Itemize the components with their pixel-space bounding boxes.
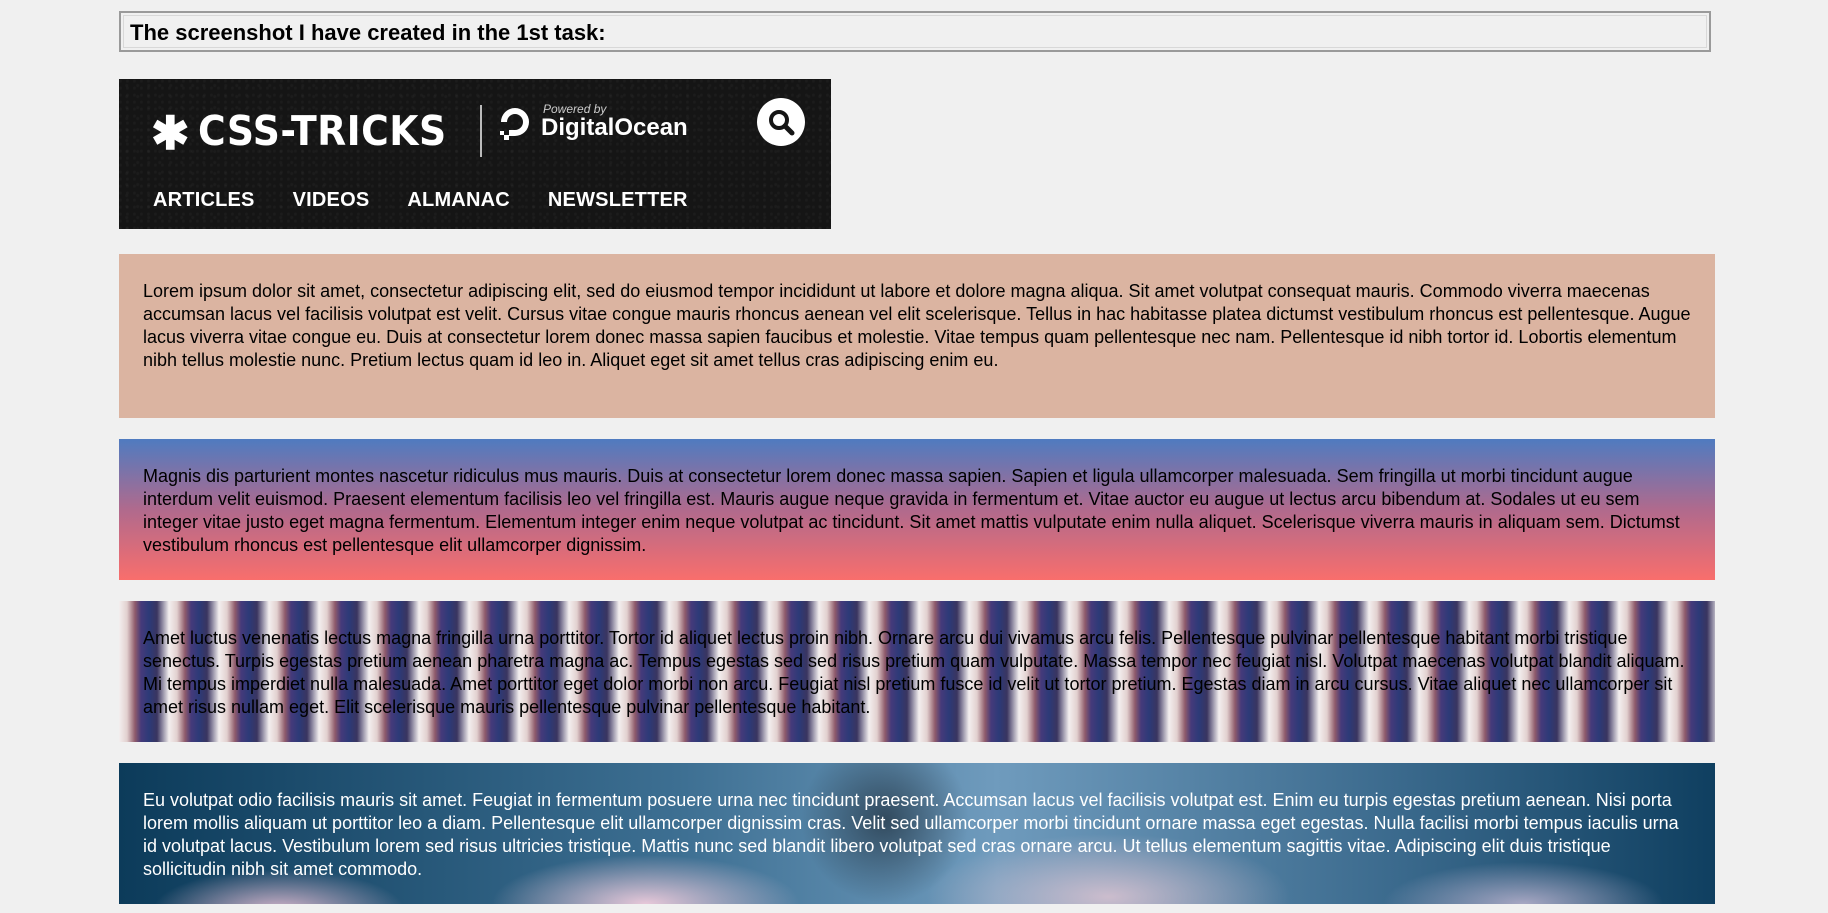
content-box-solid: Lorem ipsum dolor sit amet, consectetur …	[119, 254, 1715, 418]
content-box-image-background: Eu volutpat odio facilisis mauris sit am…	[119, 763, 1715, 904]
content-box-gradient: Magnis dis parturient montes nascetur ri…	[119, 439, 1715, 580]
css-tricks-logo: ✱ CSS-TRICKS	[151, 105, 500, 157]
asterisk-logo-icon: ✱	[151, 107, 190, 159]
page-heading: The screenshot I have created in the 1st…	[130, 20, 606, 45]
nav-item-newsletter: NEWSLETTER	[547, 189, 688, 211]
brand-name: CSS-TRICKS	[197, 106, 447, 155]
banner-nav: ARTICLES VIDEOS ALMANAC NEWSLETTER	[153, 189, 726, 212]
nav-item-almanac: ALMANAC	[407, 189, 510, 211]
content-box-striped: Amet luctus venenatis lectus magna fring…	[119, 601, 1715, 742]
magnifier-glyph	[769, 110, 795, 136]
paragraph-1: Lorem ipsum dolor sit amet, consectetur …	[143, 281, 1691, 370]
heading-box: The screenshot I have created in the 1st…	[119, 11, 1711, 52]
nav-item-videos: VIDEOS	[292, 189, 370, 211]
nav-item-articles: ARTICLES	[153, 189, 255, 211]
digitalocean-icon	[500, 108, 529, 140]
search-icon	[757, 98, 805, 146]
paragraph-3: Amet luctus venenatis lectus magna fring…	[143, 628, 1685, 717]
powered-by-label: Powered by	[543, 101, 607, 116]
css-tricks-banner-image: ✱ CSS-TRICKS Powered by DigitalOcean ART…	[119, 79, 831, 229]
paragraph-4: Eu volutpat odio facilisis mauris sit am…	[143, 790, 1679, 879]
digitalocean-logo: Powered by DigitalOcean	[495, 102, 688, 142]
paragraph-2: Magnis dis parturient montes nascetur ri…	[143, 466, 1680, 555]
logo-divider	[479, 105, 482, 157]
sponsor-name: DigitalOcean	[541, 113, 688, 141]
